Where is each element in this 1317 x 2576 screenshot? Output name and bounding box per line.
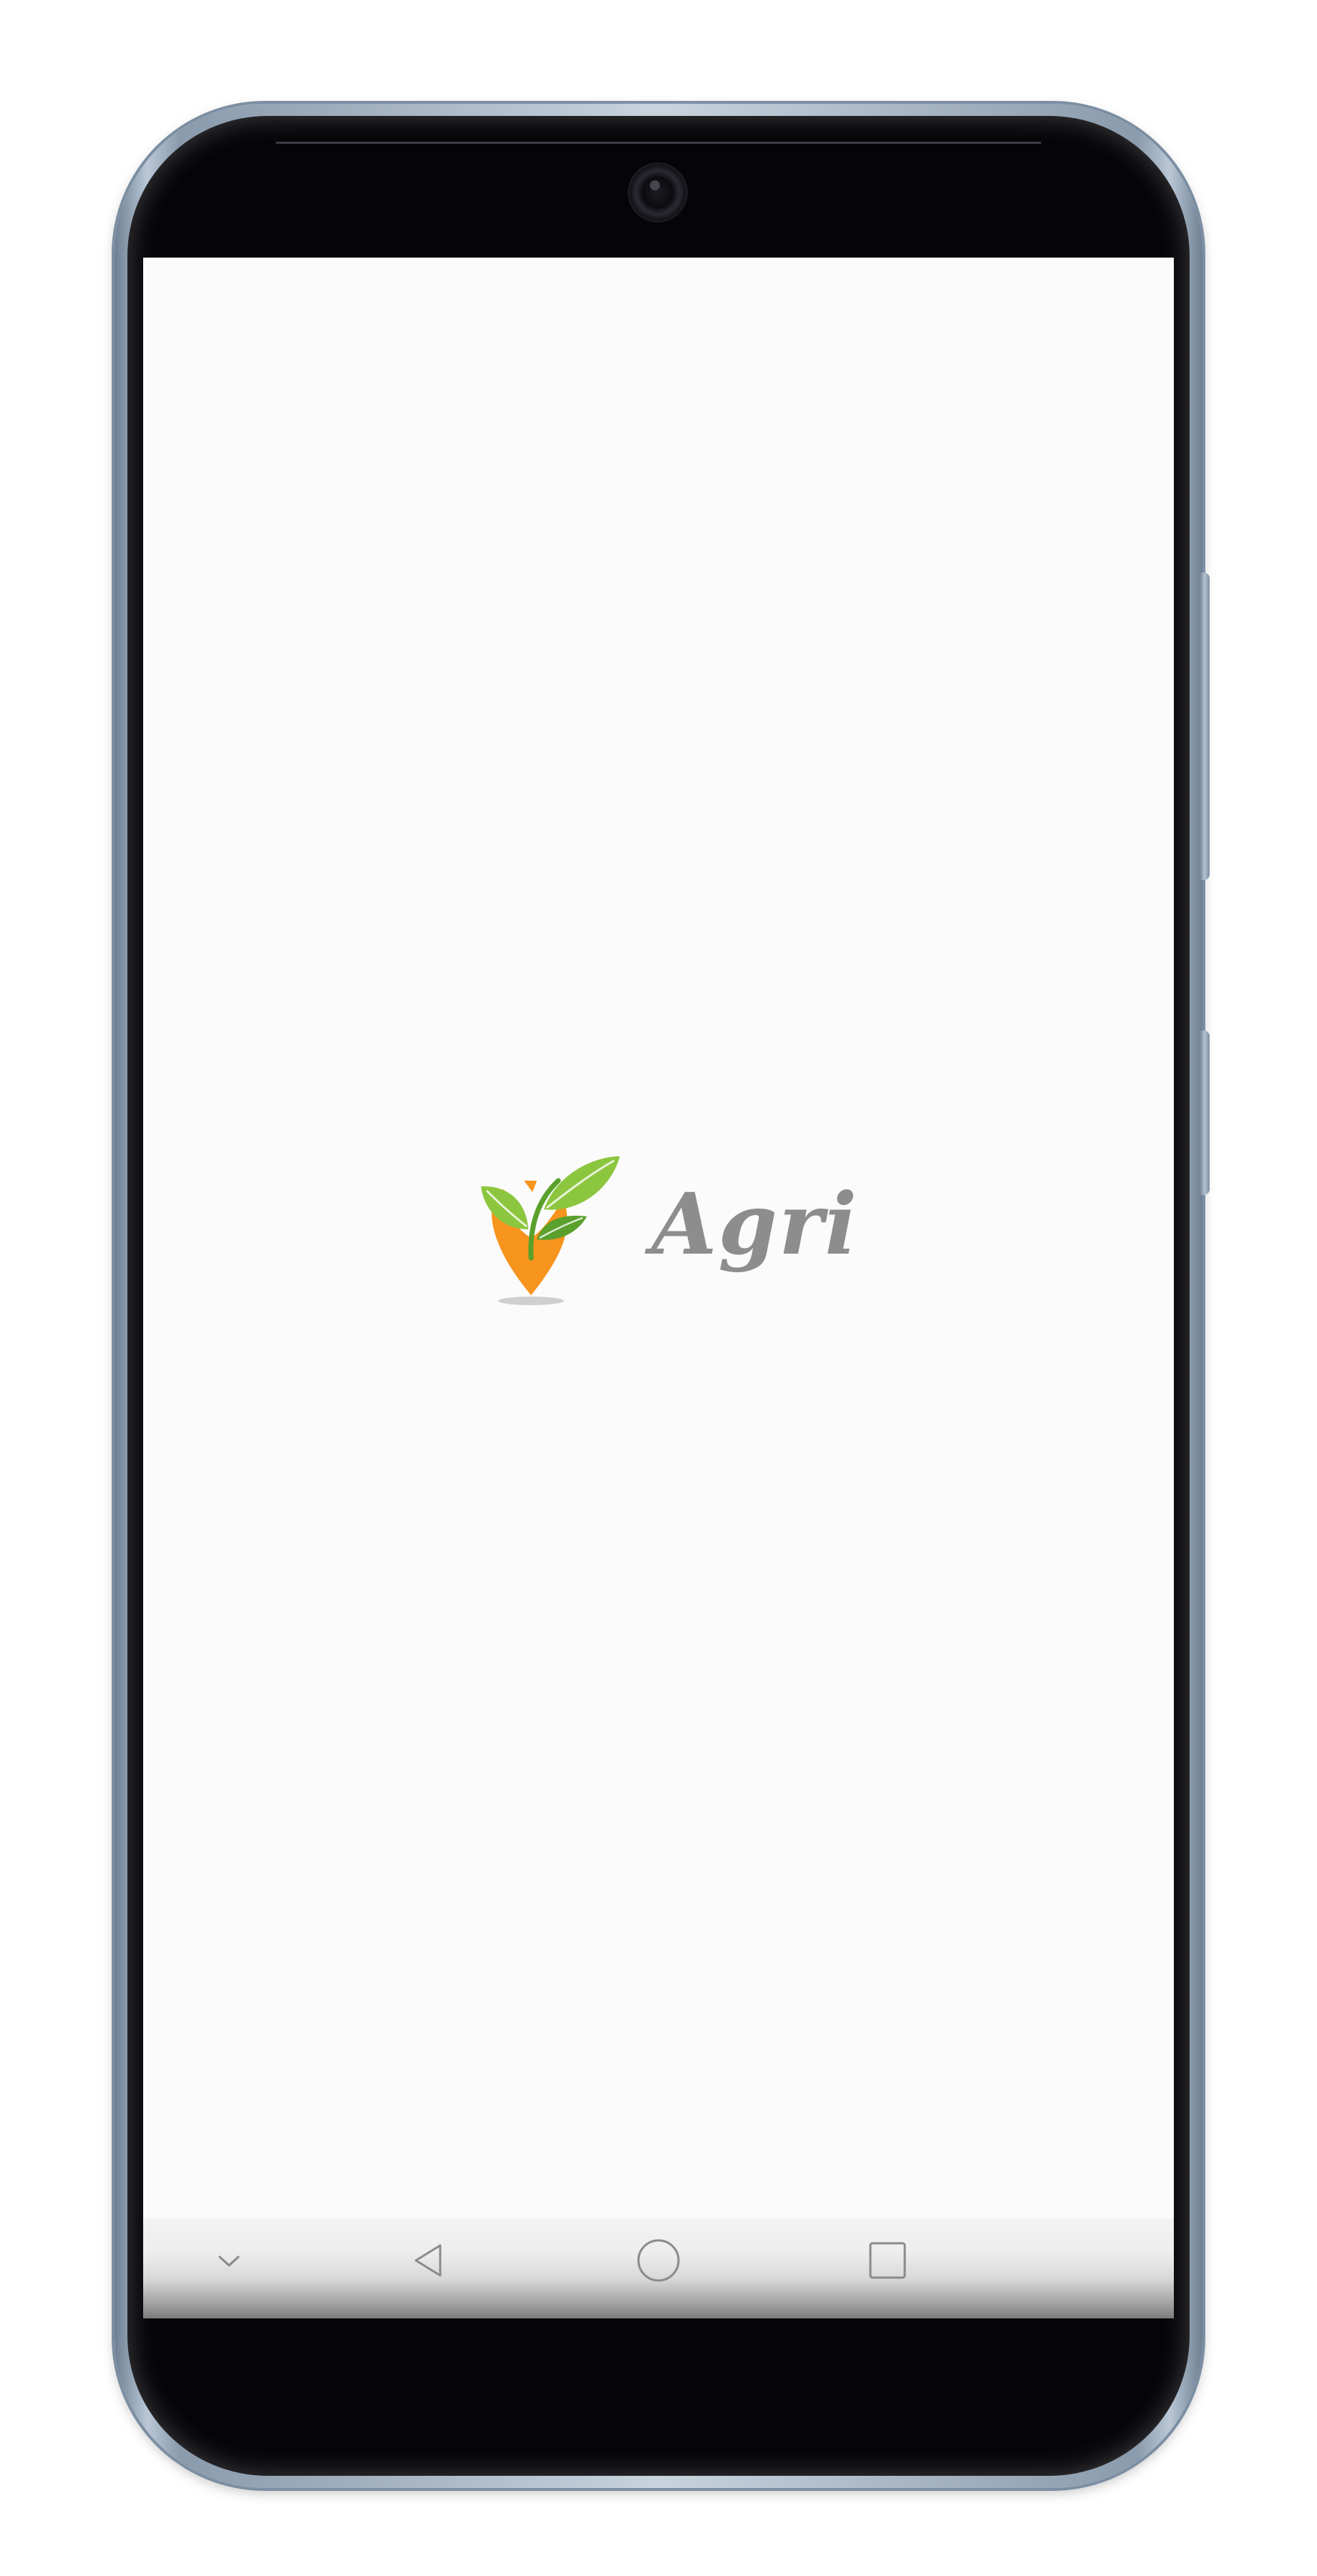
chevron-down-icon	[218, 2255, 240, 2267]
nav-recents-button[interactable]	[855, 2228, 920, 2293]
splash-logo: Agri	[480, 1145, 857, 1317]
app-screen: Agri	[143, 258, 1174, 2318]
device-mockup: Agri	[0, 0, 1317, 2576]
app-wordmark: Agri	[651, 1174, 859, 1274]
system-navigation-bar	[143, 2218, 1174, 2318]
front-camera-icon	[630, 165, 686, 220]
back-triangle-icon	[414, 2244, 442, 2277]
earpiece-speaker	[276, 142, 1041, 144]
nav-collapse-button[interactable]	[197, 2228, 261, 2293]
nav-home-button[interactable]	[626, 2228, 691, 2293]
power-button	[1200, 1030, 1210, 1195]
nav-back-button[interactable]	[397, 2228, 462, 2293]
recent-apps-square-icon	[869, 2242, 906, 2279]
home-circle-icon	[637, 2239, 680, 2282]
sprout-pin-logo-icon	[481, 1156, 620, 1305]
volume-button	[1200, 572, 1210, 880]
